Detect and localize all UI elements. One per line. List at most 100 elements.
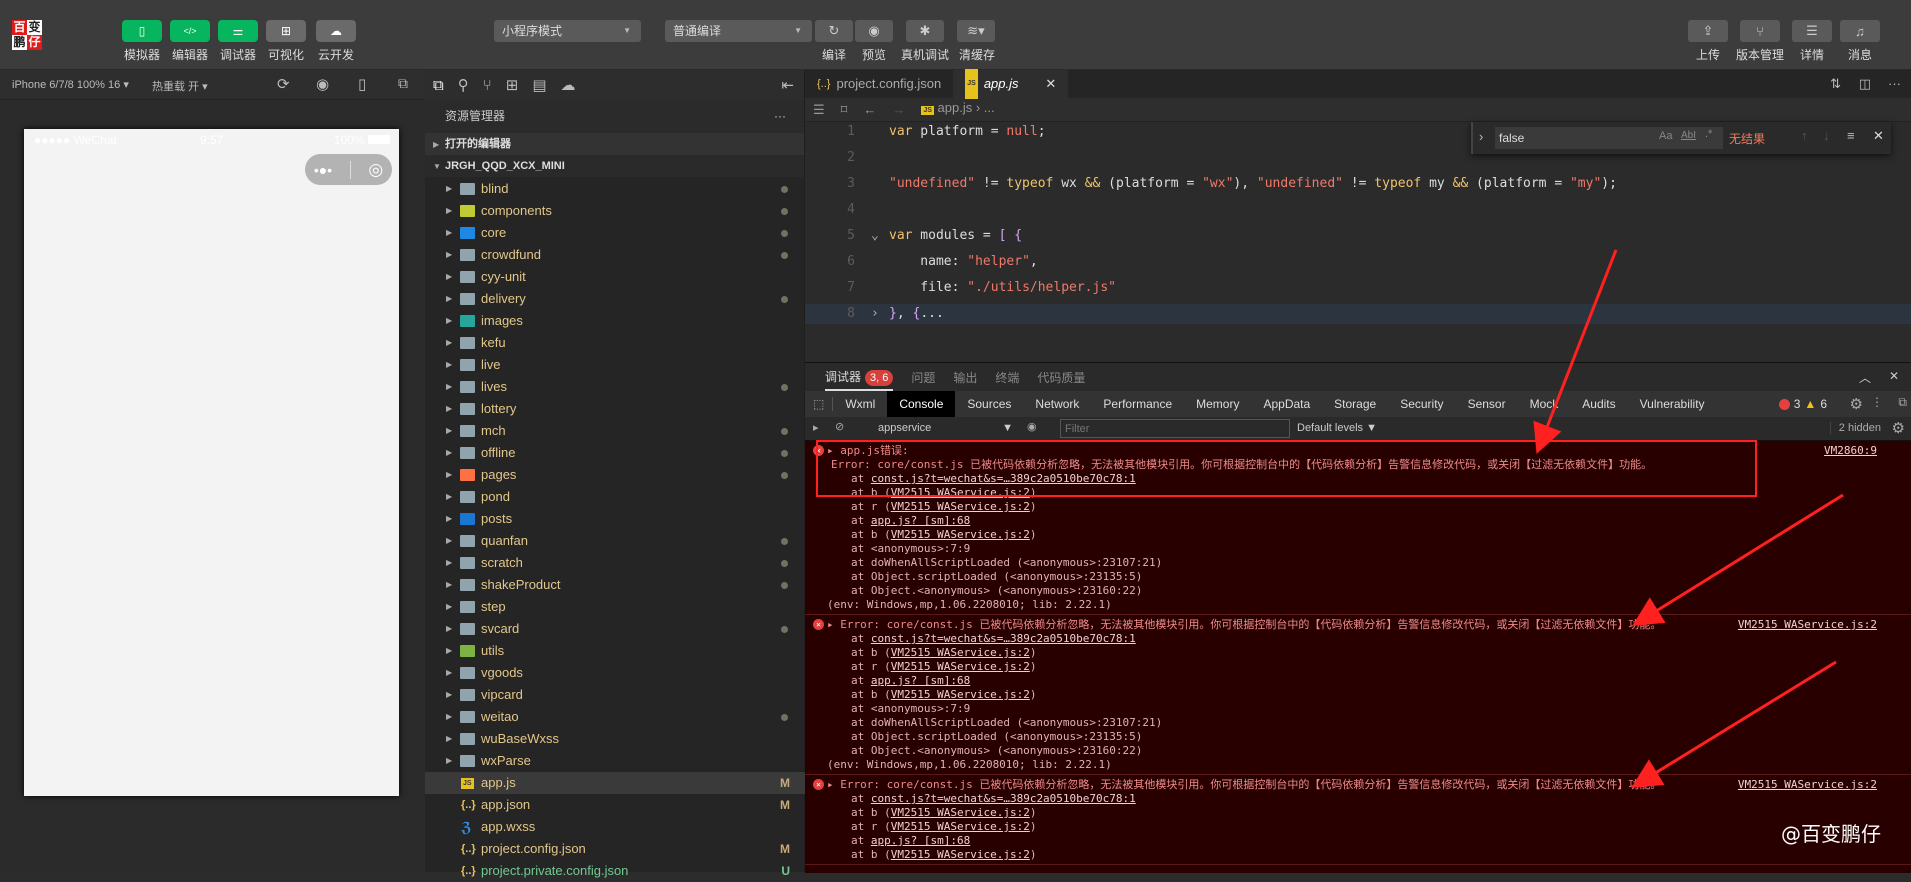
stack-link[interactable]: const.js?t=wechat&s=…389c2a0510be70c78:1 [871,632,1136,645]
file-tree-item[interactable]: ▶blind [425,178,805,200]
debugger-toggle-button[interactable]: ⚌ [218,20,258,42]
devtools-tab[interactable]: Performance [1091,391,1184,417]
extensions-icon[interactable]: ⊞ [506,76,519,94]
devtools-tab[interactable]: Network [1023,391,1091,417]
find-in-selection-icon[interactable]: ≡ [1847,128,1855,143]
panel-tab[interactable]: 输出 [953,369,977,386]
code-line[interactable]: 4 [805,200,1911,220]
stack-link[interactable]: app.js? [sm]:68 [871,514,970,527]
source-control-icon[interactable]: ⑂ [483,77,492,94]
device-icon[interactable]: ▯ [358,75,366,93]
code-area[interactable]: 1var platform = null;23"undefined" != ty… [805,122,1911,362]
source-link[interactable]: VM2515 WAService.js:2 [1738,778,1877,791]
file-tree-item[interactable]: ▶images [425,310,805,332]
sidebar-toggle-icon[interactable]: ▸ [813,421,819,434]
close-tab-icon[interactable]: ✕ [1045,70,1056,98]
log-levels-select[interactable]: Default levels ▼ [1297,422,1377,434]
bookmark-icon[interactable]: ⌑ [841,98,848,122]
stack-link[interactable]: VM2515 WAService.js:2 [891,848,1030,861]
file-tree-item[interactable]: ▶svcard [425,618,805,640]
fold-chevron-right-icon[interactable]: › [871,304,879,324]
kebab-menu-icon[interactable]: ⋮ [1871,395,1883,409]
file-tree-item[interactable]: ▶pages [425,464,805,486]
version-button[interactable]: ⑂ [1740,20,1780,42]
live-expression-eye-icon[interactable]: ◉ [1027,420,1037,433]
file-tree-item[interactable]: ▶scratch [425,552,805,574]
file-tree-item[interactable]: ▶wxParse [425,750,805,772]
stack-link[interactable]: app.js? [sm]:68 [871,834,970,847]
open-editors-section[interactable]: ▶打开的编辑器 [425,133,804,155]
close-find-icon[interactable]: ✕ [1873,128,1884,144]
compare-icon[interactable]: ⇅ [1830,76,1841,92]
search-icon[interactable]: ⚲ [458,76,469,94]
panel-tab[interactable]: 调试器3, 6 [825,363,893,391]
stack-link[interactable]: VM2515 WAService.js:2 [891,528,1030,541]
inspect-element-icon[interactable]: ⬚ [805,397,833,411]
next-match-icon[interactable]: ↓ [1823,128,1830,143]
stack-link[interactable]: app.js? [sm]:68 [871,674,970,687]
devtools-tab[interactable]: Sensor [1456,391,1518,417]
file-tree-item[interactable]: ▶core [425,222,805,244]
devtools-tab[interactable]: Memory [1184,391,1251,417]
file-tree-item[interactable]: ▶components [425,200,805,222]
code-line[interactable]: 7 file: "./utils/helper.js" [805,278,1911,298]
devtools-tab[interactable]: Security [1388,391,1455,417]
back-icon[interactable]: ← [863,98,876,122]
file-tree-item[interactable]: ▶crowdfund [425,244,805,266]
stack-link[interactable]: const.js?t=wechat&s=…389c2a0510be70c78:1 [871,792,1136,805]
stack-link[interactable]: VM2515 WAService.js:2 [891,500,1030,513]
hot-reload-select[interactable]: 热重载 开 ▾ [152,78,208,94]
preview-button[interactable]: ◉ [855,20,893,42]
devtools-tab[interactable]: Wxml [833,391,887,417]
compile-button[interactable]: ↻ [815,20,853,42]
undock-icon[interactable]: ⧉ [1898,395,1907,410]
file-tree-item[interactable]: ▶offline [425,442,805,464]
file-tree-item[interactable]: ▶mch [425,420,805,442]
tab-app-js[interactable]: JS app.js ✕ [953,70,1068,98]
file-tree-item[interactable]: ▶posts [425,508,805,530]
panel-tab[interactable]: 终端 [995,369,1019,386]
fold-chevron-down-icon[interactable]: ⌄ [871,226,879,246]
code-line[interactable]: 8}, {...› [805,304,1911,324]
stop-icon[interactable]: ◉ [316,75,329,93]
stack-link[interactable]: VM2515 WAService.js:2 [891,820,1030,833]
devtools-tab[interactable]: Audits [1570,391,1627,417]
devtools-tab[interactable]: Sources [955,391,1023,417]
tab-project-config[interactable]: {..} project.config.json [805,70,953,98]
context-select[interactable]: appservice▼ [878,422,1013,434]
mode-select[interactable]: 小程序模式 ▼ [494,20,641,42]
editor-toggle-button[interactable]: </> [170,20,210,42]
settings-gear-icon[interactable]: ⚙ [1850,395,1863,413]
file-tree-item[interactable]: ▶step [425,596,805,618]
issue-counter[interactable]: 3 ▲ 6 [1779,397,1827,411]
maximize-panel-icon[interactable]: ︿ [1859,369,1871,386]
outline-icon[interactable]: ☰ [813,98,825,122]
remote-debug-button[interactable]: ✱ [906,20,944,42]
devtools-tab[interactable]: Storage [1322,391,1388,417]
simulator-toggle-button[interactable]: ▯ [122,20,162,42]
console-settings-gear-icon[interactable]: ⚙ [1892,419,1905,437]
storage-icon[interactable]: ▤ [532,76,546,94]
file-tree-item[interactable]: ▶pond [425,486,805,508]
stack-link[interactable]: VM2515 WAService.js:2 [891,688,1030,701]
code-line[interactable]: 3"undefined" != typeof wx && (platform =… [805,174,1911,194]
file-tree-item[interactable]: ℨapp.wxss [425,816,805,838]
upload-button[interactable]: ⇪ [1688,20,1728,42]
docker-icon[interactable]: ☁ [561,76,576,94]
previous-match-icon[interactable]: ↑ [1801,128,1808,143]
file-tree-item[interactable]: ▶live [425,354,805,376]
match-case-toggle[interactable]: Aa [1659,130,1672,142]
details-button[interactable]: ☰ [1792,20,1832,42]
source-link[interactable]: VM2860:9 [1824,444,1877,457]
file-tree-item[interactable]: ▶cyy-unit [425,266,805,288]
forward-icon[interactable]: → [892,98,905,122]
more-dots-icon[interactable]: •●• [314,162,332,178]
more-actions-icon[interactable]: ··· [1888,76,1901,91]
file-tree-item[interactable]: {..}project.config.jsonM [425,838,805,860]
close-target-icon[interactable]: ◎ [368,160,383,180]
messages-button[interactable]: ♫ [1840,20,1880,42]
file-tree-item[interactable]: ▶lottery [425,398,805,420]
file-tree-item[interactable]: {..}app.jsonM [425,794,805,816]
files-icon[interactable]: ⧉ [433,77,444,94]
cloud-dev-button[interactable]: ☁ [316,20,356,42]
